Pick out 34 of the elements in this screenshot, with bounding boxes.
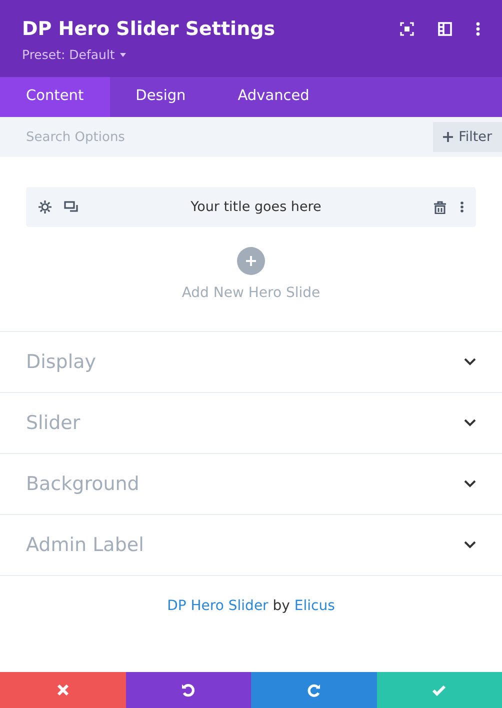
- settings-section[interactable]: Background: [0, 453, 502, 514]
- chevron-icon[interactable]: [464, 358, 476, 366]
- chevron-icon[interactable]: [464, 419, 476, 427]
- split-view-icon[interactable]: [438, 22, 452, 36]
- product-link[interactable]: DP Hero Slider: [167, 598, 268, 614]
- plus-icon[interactable]: [442, 132, 453, 142]
- filter-button[interactable]: Filter: [432, 117, 502, 157]
- window-title: DP Hero Slider Settings: [22, 17, 276, 42]
- preset-dropdown[interactable]: Preset: Default: [22, 46, 276, 65]
- more-icon[interactable]: [460, 201, 464, 213]
- close-icon: [56, 684, 69, 696]
- settings-section[interactable]: Display: [0, 331, 502, 392]
- add-slide-link[interactable]: Add New Hero Slide: [182, 283, 320, 304]
- expand-icon[interactable]: [400, 22, 414, 36]
- undo-icon: [181, 683, 196, 697]
- settings-section[interactable]: Admin Label: [0, 514, 502, 575]
- settings-section[interactable]: Slider: [0, 392, 502, 453]
- tab[interactable]: Advanced: [212, 77, 336, 117]
- slide-item[interactable]: Your title goes here: [26, 187, 476, 227]
- credit-text: DP Hero Slider by Elicus: [167, 597, 335, 616]
- redo-icon: [306, 683, 321, 697]
- author-link[interactable]: Elicus: [294, 598, 335, 614]
- duplicate-icon[interactable]: [64, 201, 78, 213]
- tab[interactable]: Content: [0, 77, 110, 117]
- search-field[interactable]: Search Options: [0, 117, 433, 157]
- caret-icon[interactable]: [120, 53, 126, 58]
- chevron-icon[interactable]: [464, 541, 476, 549]
- trash-icon[interactable]: [434, 200, 446, 214]
- chevron-icon[interactable]: [464, 480, 476, 488]
- tab[interactable]: Design: [110, 77, 212, 117]
- slide-title: Your title goes here: [190, 198, 322, 217]
- check-icon: [432, 684, 446, 696]
- gear-icon[interactable]: [38, 200, 52, 214]
- more-icon[interactable]: [476, 22, 480, 36]
